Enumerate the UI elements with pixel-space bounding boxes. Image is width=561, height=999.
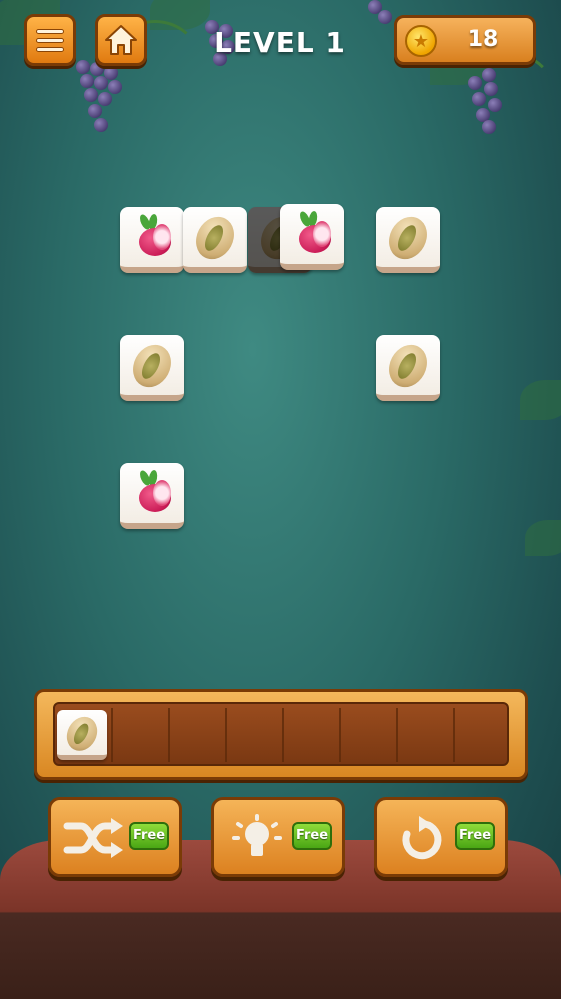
tile-radish[interactable] (120, 207, 184, 273)
pistachio-icon (188, 210, 242, 266)
tray-tile-pistachio (57, 710, 107, 760)
tile-pistachio[interactable] (376, 335, 440, 401)
grape (468, 76, 482, 90)
grape (80, 74, 94, 88)
lightbulb-icon (226, 814, 288, 862)
slot-divider (225, 708, 227, 762)
grape (472, 92, 486, 106)
slot-divider (396, 708, 398, 762)
hamburger-menu-icon (36, 25, 64, 56)
level-title: LEVEL 1 (214, 26, 346, 59)
tile-radish[interactable] (280, 204, 344, 270)
slot-divider (453, 708, 455, 762)
grape (76, 60, 90, 74)
tile-pistachio[interactable] (120, 335, 184, 401)
collection-tray (34, 689, 528, 780)
pistachio-icon (381, 338, 435, 394)
coin-counter[interactable]: ★ 18 (394, 15, 536, 65)
grape (488, 98, 502, 112)
undo-icon (389, 814, 451, 862)
grape-cluster-right (462, 68, 512, 138)
grape-cluster-left (72, 60, 132, 140)
undo-button[interactable]: Free (374, 797, 508, 877)
grape (94, 76, 108, 90)
grape (98, 92, 112, 106)
tray-slots (53, 702, 509, 766)
radish-icon (129, 213, 175, 260)
pistachio-icon (61, 710, 103, 756)
grape (94, 118, 108, 132)
slot-divider (282, 708, 284, 762)
grape (484, 82, 498, 96)
pistachio-icon (381, 210, 435, 266)
grape (88, 104, 102, 118)
menu-button[interactable] (24, 14, 76, 66)
coin-count: 18 (467, 27, 499, 52)
free-badge: Free (129, 822, 169, 850)
slot-divider (111, 708, 113, 762)
grape (482, 68, 496, 82)
gold-coin-icon: ★ (405, 25, 437, 57)
hint-button[interactable]: Free (211, 797, 345, 877)
free-badge: Free (292, 822, 332, 850)
home-button[interactable] (95, 14, 147, 66)
slot-divider (339, 708, 341, 762)
grape (84, 88, 98, 102)
shuffle-icon (63, 814, 125, 862)
free-badge: Free (455, 822, 495, 850)
radish-icon (289, 210, 335, 257)
grape (378, 10, 392, 24)
tile-pistachio[interactable] (376, 207, 440, 273)
tile-radish[interactable] (120, 463, 184, 529)
pistachio-icon (125, 338, 179, 394)
grape (108, 80, 122, 94)
vine-leaf (525, 520, 561, 556)
shuffle-button[interactable]: Free (48, 797, 182, 877)
tile-pistachio[interactable] (183, 207, 247, 273)
home-icon (105, 25, 137, 55)
vine-leaf (520, 380, 561, 420)
radish-icon (129, 469, 175, 516)
grape (482, 120, 496, 134)
slot-divider (168, 708, 170, 762)
